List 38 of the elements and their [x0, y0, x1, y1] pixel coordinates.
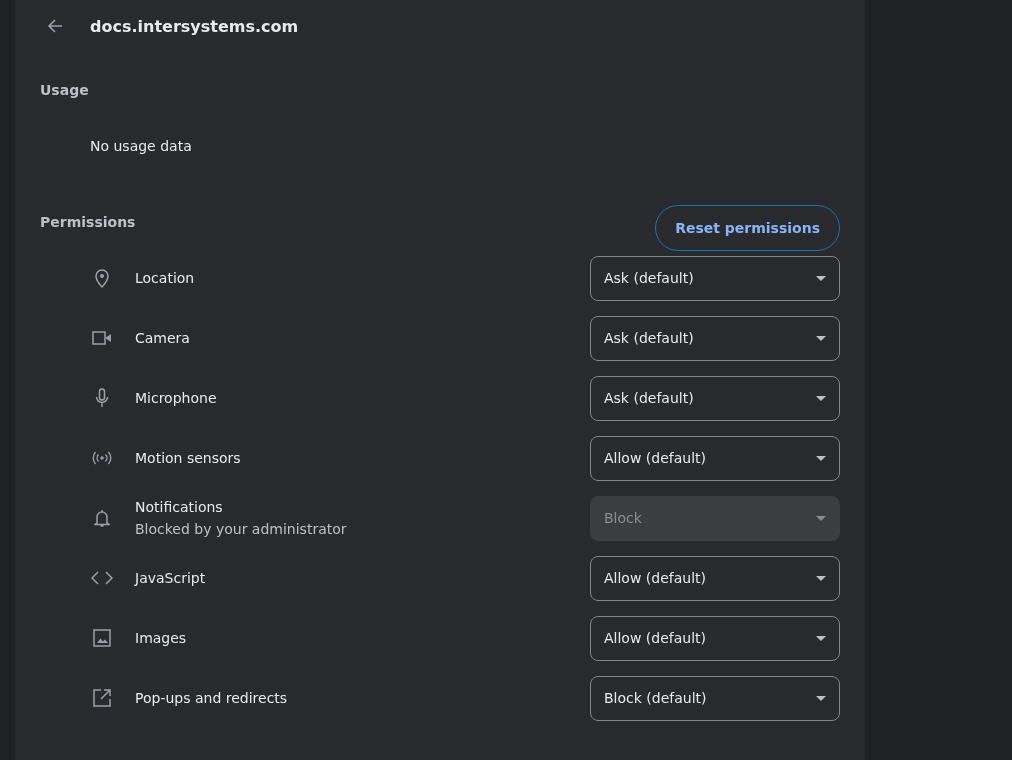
permission-dropdown[interactable]: Allow (default)	[590, 555, 840, 601]
section-heading: Usage	[40, 82, 90, 98]
back-arrow-icon	[46, 17, 64, 35]
permission-label: JavaScript	[135, 570, 207, 586]
permission-label: Location	[135, 270, 196, 286]
dropdown-caret-icon	[816, 695, 826, 701]
camera-icon	[92, 330, 112, 346]
permission-dropdown[interactable]: Allow (default)	[590, 615, 840, 661]
permission-label: Pop-ups and redirects	[135, 690, 289, 706]
image-icon	[93, 629, 111, 647]
bell-icon	[94, 508, 110, 528]
permission-note: Blocked by your administrator	[135, 521, 348, 537]
dropdown-caret-icon	[816, 455, 826, 461]
permission-dropdown[interactable]: Allow (default)	[590, 435, 840, 481]
dropdown-caret-icon	[816, 635, 826, 641]
dropdown-caret-icon	[816, 515, 826, 521]
site-title: docs.intersystems.com	[90, 16, 299, 36]
usage-text: No usage data	[90, 138, 193, 154]
back-button[interactable]	[46, 17, 64, 35]
permission-label: Camera	[135, 330, 191, 346]
permission-dropdown[interactable]: Ask (default)	[590, 315, 840, 361]
external-link-icon	[93, 689, 111, 707]
permission-label: Motion sensors	[135, 450, 242, 466]
permission-dropdown[interactable]: Ask (default)	[590, 375, 840, 421]
location-pin-icon	[93, 268, 111, 288]
dropdown-caret-icon	[816, 575, 826, 581]
microphone-icon	[95, 388, 109, 408]
dropdown-caret-icon	[816, 395, 826, 401]
permission-label: Images	[135, 630, 188, 646]
permission-label: Notifications	[135, 499, 224, 515]
dropdown-caret-icon	[816, 275, 826, 281]
permission-dropdown[interactable]: Ask (default)	[590, 255, 840, 301]
dropdown-caret-icon	[816, 335, 826, 341]
sensor-waves-icon	[91, 451, 113, 465]
permission-label: Microphone	[135, 390, 218, 406]
permission-dropdown[interactable]: Block (default)	[590, 675, 840, 721]
section-heading: Permissions	[40, 214, 136, 230]
code-brackets-icon	[91, 571, 113, 585]
